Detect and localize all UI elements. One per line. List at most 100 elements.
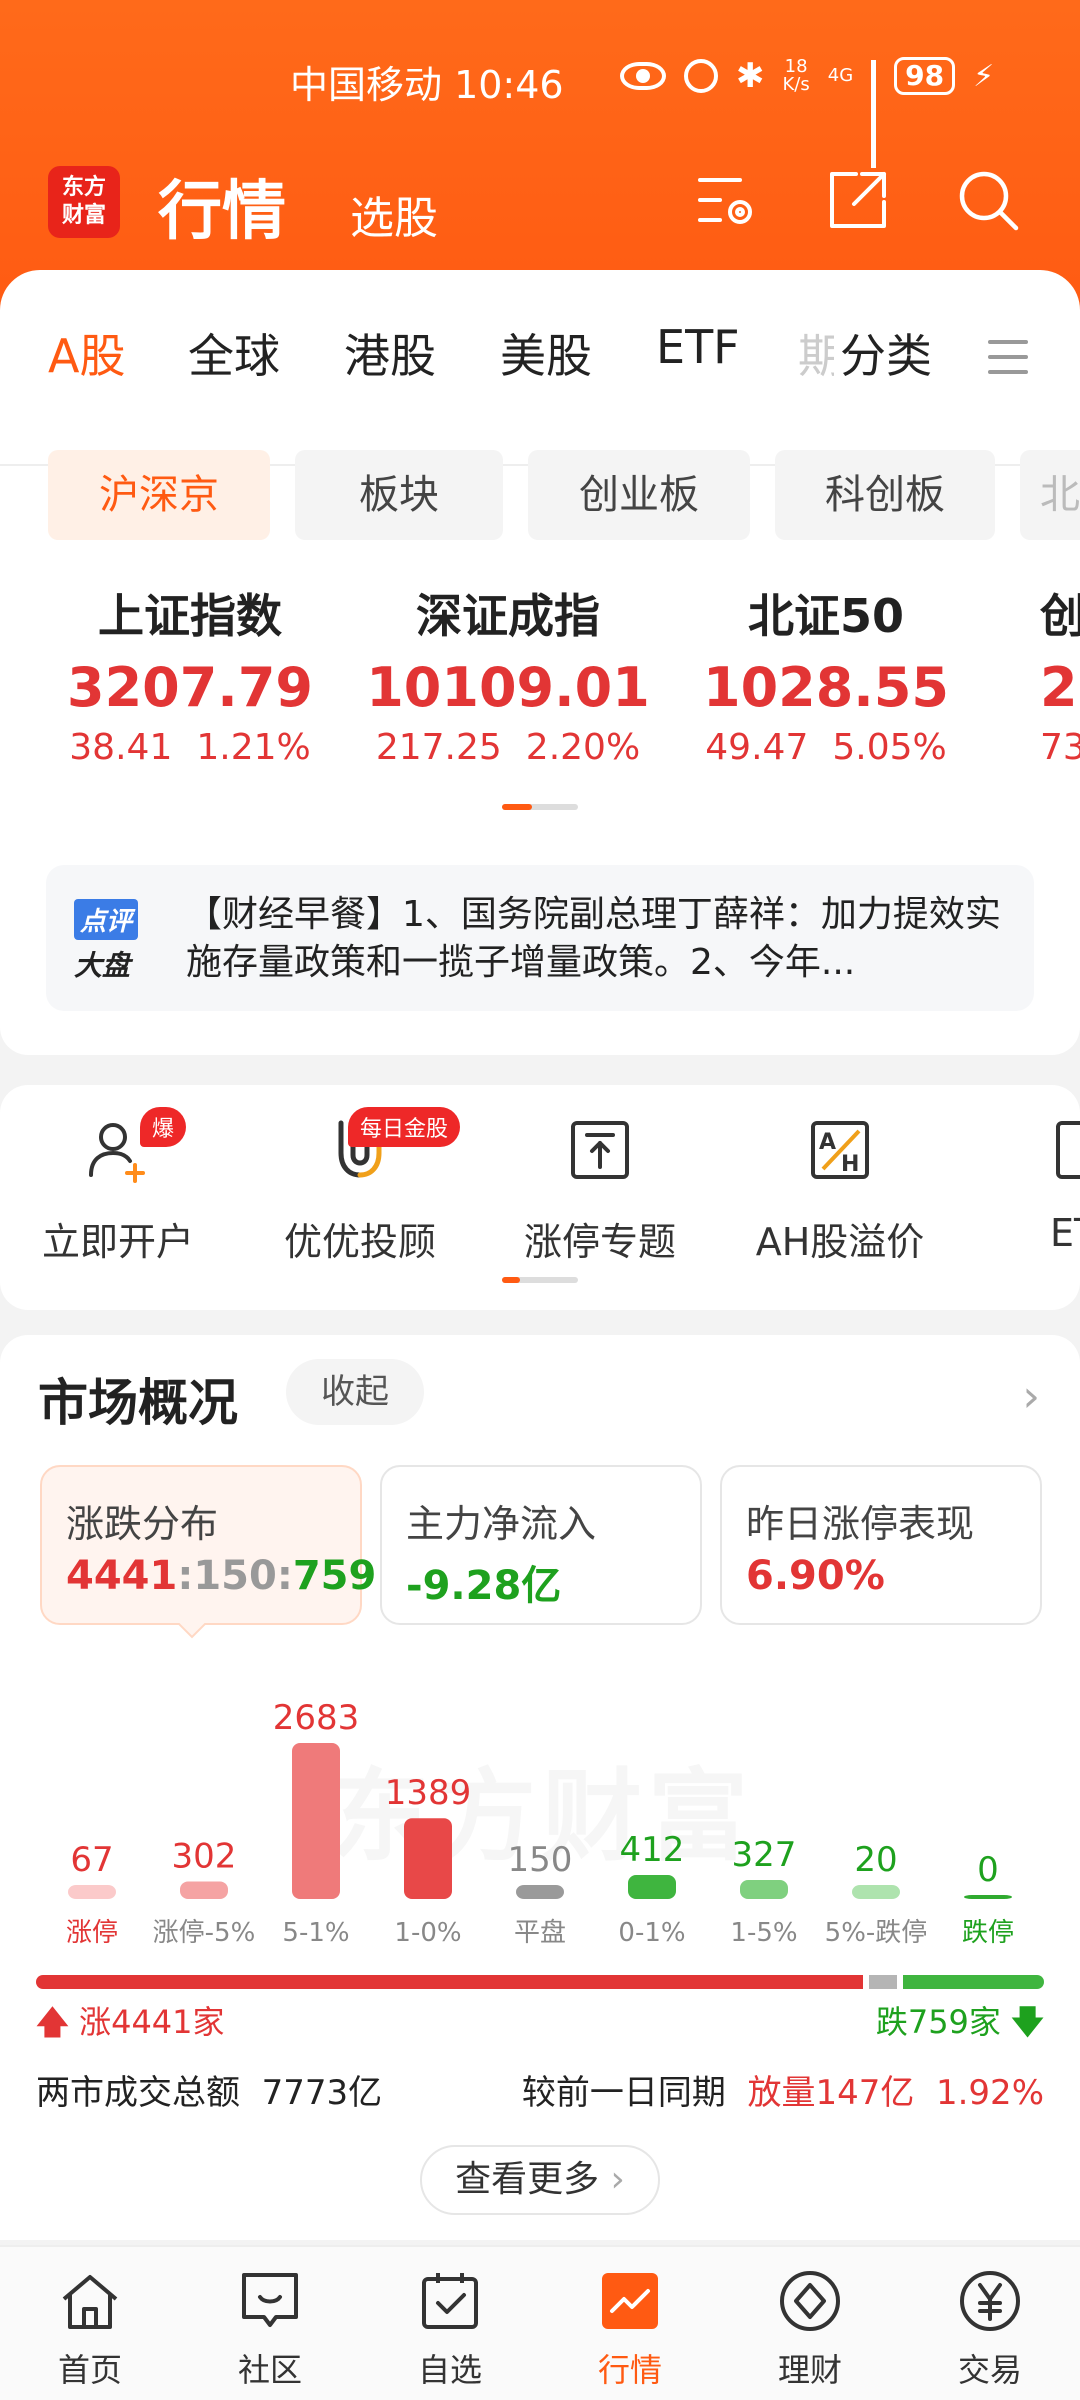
app-logo[interactable]: 东方 财富 (48, 166, 120, 238)
shortcut-limit-up[interactable]: 涨停专题 (490, 1115, 710, 1266)
hot-badge: 爆 (140, 1107, 187, 1147)
bluetooth-icon: ✱ (736, 56, 765, 96)
ratio-flat (868, 1975, 897, 1989)
section-title: 市场概况 (38, 1374, 238, 1432)
bottom-nav: 首页 社区 自选 行情 理财 交易 (0, 2245, 1080, 2400)
tab-hk[interactable]: 港股 (344, 320, 436, 386)
nav-quotes[interactable]: 行情 (560, 2269, 700, 2391)
card-advance-decline[interactable]: 涨跌分布 4441:150:759 (40, 1465, 376, 1625)
card-yesterday-limit-up[interactable]: 昨日涨停表现 6.90% (720, 1465, 1042, 1625)
subtab-bse[interactable]: 北 (1020, 450, 1080, 540)
news-banner[interactable]: 点评 大盘 【财经早餐】1、国务院副总理丁薛祥：加力提效实施存量政策和一揽子增量… (46, 865, 1034, 1011)
view-more-button[interactable]: 查看更多 › (420, 2145, 660, 2215)
yuan-icon (960, 2271, 1020, 2331)
bar-3 (404, 1818, 452, 1899)
category-label-8: 跌停 (962, 1918, 1014, 1948)
etf-icon (1056, 1121, 1080, 1179)
index-pager (502, 804, 578, 810)
turnover-total: 两市成交总额 7773亿 (36, 2073, 383, 2113)
stock-picker-tab[interactable]: 选股 (350, 182, 438, 246)
tab-global[interactable]: 全球 (188, 320, 280, 386)
shortcut-card: 立即开户 爆 优优投顾 每日金股 涨停专题 A H AH股溢价 E (0, 1085, 1080, 1310)
card-main-net-inflow[interactable]: 主力净流入 -9.28亿 (380, 1465, 702, 1625)
watchlist-icon (422, 2273, 478, 2329)
alarm-icon (684, 59, 718, 93)
status-bar: 中国移动 10:46 ✱ 18 K/s 4G 98 ⚡ (0, 50, 1080, 168)
shortcut-etf[interactable]: ET (970, 1115, 1080, 1255)
sub-tabs: 沪深京 板块 创业板 科创板 北 (0, 450, 1080, 542)
charging-icon: ⚡ (973, 58, 995, 94)
chat-icon (242, 2273, 298, 2327)
comment-badge-icon: 点评 大盘 (74, 899, 158, 982)
share-icon[interactable] (826, 168, 890, 232)
subtab-chinext[interactable]: 创业板 (528, 450, 750, 540)
value-label-5: 412 (620, 1830, 685, 1870)
home-icon (62, 2275, 118, 2329)
settings-list-icon[interactable] (696, 168, 760, 232)
bar-0 (68, 1885, 116, 1899)
quotes-chart-icon (602, 2273, 658, 2329)
subtab-star[interactable]: 科创板 (775, 450, 995, 540)
ratio-up (36, 1975, 863, 1989)
ah-premium-icon: A H (811, 1121, 869, 1179)
daily-pick-badge: 每日金股 (348, 1107, 461, 1147)
bar-2 (292, 1743, 340, 1899)
limit-up-icon (571, 1121, 629, 1179)
value-label-1: 302 (172, 1836, 237, 1876)
nav-wealth[interactable]: 理财 (740, 2269, 880, 2391)
index-szse[interactable]: 深证成指 10109.01 217.25 2.20% (358, 580, 658, 768)
bar-1 (180, 1881, 228, 1899)
value-label-3: 1389 (385, 1773, 472, 1813)
shortcut-pager (502, 1277, 578, 1283)
turnover-compare: 较前一日同期 放量147亿 1.92% (521, 2073, 1044, 2113)
category-label-2: 5-1% (282, 1918, 349, 1948)
page-title: 行情 (158, 175, 286, 249)
menu-icon[interactable] (988, 340, 1028, 385)
advancers-label: 🡅 涨4441家 (36, 2003, 225, 2041)
value-label-2: 2683 (273, 1698, 360, 1738)
index-chinext[interactable]: 创 21 73. (1040, 580, 1080, 768)
category-label-6: 1-5% (730, 1918, 797, 1948)
bar-5 (628, 1875, 676, 1899)
nav-community[interactable]: 社区 (200, 2269, 340, 2391)
category-label-5: 0-1% (618, 1918, 685, 1948)
nav-watchlist[interactable]: 自选 (380, 2269, 520, 2391)
news-text: 【财经早餐】1、国务院副总理丁薛祥：加力提效实施存量政策和一揽子增量政策。2、今… (186, 894, 1001, 983)
tab-a-shares[interactable]: A股 (48, 320, 125, 386)
tab-etf[interactable]: ETF (656, 320, 740, 374)
index-bse50[interactable]: 北证50 1028.55 49.47 5.05% (676, 580, 976, 768)
search-icon[interactable] (956, 168, 1020, 232)
value-label-6: 327 (732, 1835, 797, 1875)
market-tabs: A股 全球 港股 美股 ETF 期 分类 (0, 320, 1080, 466)
quotes-card: A股 全球 港股 美股 ETF 期 分类 沪深京 板块 创业板 科创板 北 上证… (0, 270, 1080, 1055)
advance-decline-ratio-bar (36, 1975, 1044, 1989)
value-label-4: 150 (508, 1840, 573, 1880)
bar-4 (516, 1885, 564, 1899)
tab-category[interactable]: 分类 (834, 320, 932, 386)
svg-text:H: H (841, 1152, 859, 1177)
shortcut-advisor[interactable]: 优优投顾 每日金股 (250, 1107, 470, 1266)
chevron-right-icon[interactable]: › (1022, 1371, 1040, 1422)
eye-icon (620, 62, 666, 90)
shortcut-ah-premium[interactable]: A H AH股溢价 (730, 1115, 950, 1266)
collapse-button[interactable]: 收起 (286, 1359, 424, 1425)
nav-home[interactable]: 首页 (20, 2269, 160, 2391)
category-label-1: 涨停-5% (153, 1918, 256, 1948)
nav-trade[interactable]: 交易 (920, 2269, 1060, 2391)
category-label-3: 1-0% (394, 1918, 461, 1948)
category-label-7: 5%-跌停 (825, 1918, 928, 1948)
app-bar: 东方 财富 行情 选股 (0, 160, 1080, 250)
bar-6 (740, 1879, 788, 1899)
shortcut-open-account[interactable]: 立即开户 爆 (8, 1107, 228, 1266)
network-type: 4G (827, 65, 854, 86)
index-sse[interactable]: 上证指数 3207.79 38.41 1.21% (40, 580, 340, 768)
market-overview-card: 市场概况 收起 › 涨跌分布 4441:150:759 主力净流入 -9.28亿… (0, 1335, 1080, 2240)
signal-icon (871, 60, 877, 168)
battery-level: 98 (894, 57, 956, 95)
subtab-hushenjing[interactable]: 沪深京 (48, 450, 270, 540)
value-label-7: 20 (854, 1840, 897, 1880)
subtab-sector[interactable]: 板块 (295, 450, 503, 540)
tab-us[interactable]: 美股 (500, 320, 592, 386)
diamond-icon (780, 2271, 840, 2331)
ratio-down (902, 1975, 1044, 1989)
